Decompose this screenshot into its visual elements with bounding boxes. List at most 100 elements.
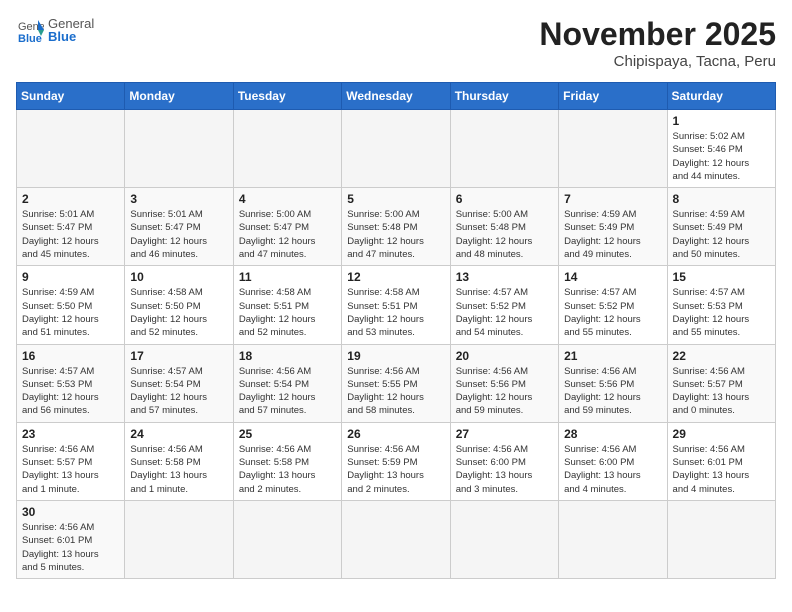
week-row-4: 16Sunrise: 4:57 AM Sunset: 5:53 PM Dayli… [17,344,776,422]
day-info: Sunrise: 4:56 AM Sunset: 5:57 PM Dayligh… [673,365,770,418]
day-info: Sunrise: 4:59 AM Sunset: 5:49 PM Dayligh… [673,208,770,261]
day-number: 24 [130,427,227,441]
day-info: Sunrise: 4:59 AM Sunset: 5:49 PM Dayligh… [564,208,661,261]
day-number: 10 [130,270,227,284]
day-cell-29: 29Sunrise: 4:56 AM Sunset: 6:01 PM Dayli… [667,422,775,500]
weekday-header-row: SundayMondayTuesdayWednesdayThursdayFrid… [17,83,776,110]
day-cell-18: 18 Sunrise: 4:56 AM Sunset: 5:54 PM Dayli… [233,344,341,422]
weekday-header-sunday: Sunday [17,83,125,110]
day-info: Sunrise: 4:57 AM Sunset: 5:53 PM Dayligh… [673,286,770,339]
day-cell-10: 10 Sunrise: 4:58 AM Sunset: 5:50 PM Dayli… [125,266,233,344]
day-number: 13 [456,270,553,284]
page-header: General Blue General Blue November 2025 … [16,16,776,70]
day-info: Sunrise: 4:56 AM Sunset: 5:57 PM Dayligh… [22,443,119,496]
day-cell-15: 15 Sunrise: 4:57 AM Sunset: 5:53 PM Dayli… [667,266,775,344]
day-number: 12 [347,270,444,284]
day-cell-25: 25 Sunrise: 4:56 AM Sunset: 5:58 PM Dayli… [233,422,341,500]
day-info: Sunrise: 5:02 AM Sunset: 5:46 PM Dayligh… [673,130,770,183]
empty-cell [125,500,233,578]
day-info: Sunrise: 5:00 AM Sunset: 5:48 PM Dayligh… [456,208,553,261]
day-info: Sunrise: 4:58 AM Sunset: 5:51 PM Dayligh… [347,286,444,339]
day-cell-5: 5 Sunrise: 5:00 AM Sunset: 5:48 PM Daylig… [342,188,450,266]
day-cell-28: 28Sunrise: 4:56 AM Sunset: 6:00 PM Dayli… [559,422,667,500]
day-number: 30 [22,505,119,519]
day-cell-22: 22 Sunrise: 4:56 AM Sunset: 5:57 PM Dayli… [667,344,775,422]
day-number: 7 [564,192,661,206]
day-number: 5 [347,192,444,206]
day-number: 21 [564,349,661,363]
month-title: November 2025 [539,16,776,53]
day-info: Sunrise: 4:56 AM Sunset: 5:58 PM Dayligh… [239,443,336,496]
day-info: Sunrise: 4:57 AM Sunset: 5:52 PM Dayligh… [564,286,661,339]
week-row-2: 2 Sunrise: 5:01 AM Sunset: 5:47 PM Daylig… [17,188,776,266]
day-number: 15 [673,270,770,284]
day-number: 6 [456,192,553,206]
empty-cell [125,110,233,188]
day-cell-23: 23 Sunrise: 4:56 AM Sunset: 5:57 PM Dayli… [17,422,125,500]
day-info: Sunrise: 4:56 AM Sunset: 5:54 PM Dayligh… [239,365,336,418]
day-number: 25 [239,427,336,441]
day-info: Sunrise: 5:00 AM Sunset: 5:47 PM Dayligh… [239,208,336,261]
week-row-1: 1 Sunrise: 5:02 AM Sunset: 5:46 PM Daylig… [17,110,776,188]
day-info: Sunrise: 4:56 AM Sunset: 6:01 PM Dayligh… [673,443,770,496]
empty-cell [17,110,125,188]
day-cell-30: 30 Sunrise: 4:56 AM Sunset: 6:01 PM Dayli… [17,500,125,578]
day-info: Sunrise: 4:56 AM Sunset: 6:00 PM Dayligh… [456,443,553,496]
logo: General Blue General Blue [16,16,94,44]
week-row-5: 23 Sunrise: 4:56 AM Sunset: 5:57 PM Dayli… [17,422,776,500]
day-number: 2 [22,192,119,206]
empty-cell [667,500,775,578]
weekday-header-monday: Monday [125,83,233,110]
empty-cell [450,500,558,578]
day-info: Sunrise: 4:58 AM Sunset: 5:50 PM Dayligh… [130,286,227,339]
day-number: 22 [673,349,770,363]
day-info: Sunrise: 4:56 AM Sunset: 5:55 PM Dayligh… [347,365,444,418]
day-info: Sunrise: 4:57 AM Sunset: 5:54 PM Dayligh… [130,365,227,418]
day-cell-16: 16Sunrise: 4:57 AM Sunset: 5:53 PM Dayli… [17,344,125,422]
day-info: Sunrise: 5:00 AM Sunset: 5:48 PM Dayligh… [347,208,444,261]
day-cell-13: 13Sunrise: 4:57 AM Sunset: 5:52 PM Dayli… [450,266,558,344]
day-cell-20: 20Sunrise: 4:56 AM Sunset: 5:56 PM Dayli… [450,344,558,422]
weekday-header-saturday: Saturday [667,83,775,110]
day-cell-6: 6 Sunrise: 5:00 AM Sunset: 5:48 PM Daylig… [450,188,558,266]
day-number: 3 [130,192,227,206]
day-cell-11: 11Sunrise: 4:58 AM Sunset: 5:51 PM Dayli… [233,266,341,344]
day-cell-9: 9Sunrise: 4:59 AM Sunset: 5:50 PM Daylig… [17,266,125,344]
day-cell-14: 14 Sunrise: 4:57 AM Sunset: 5:52 PM Dayli… [559,266,667,344]
day-info: Sunrise: 5:01 AM Sunset: 5:47 PM Dayligh… [22,208,119,261]
day-number: 14 [564,270,661,284]
weekday-header-friday: Friday [559,83,667,110]
day-info: Sunrise: 4:56 AM Sunset: 6:01 PM Dayligh… [22,521,119,574]
day-cell-19: 19Sunrise: 4:56 AM Sunset: 5:55 PM Dayli… [342,344,450,422]
day-number: 1 [673,114,770,128]
day-number: 23 [22,427,119,441]
empty-cell [559,500,667,578]
day-info: Sunrise: 4:56 AM Sunset: 6:00 PM Dayligh… [564,443,661,496]
day-number: 9 [22,270,119,284]
empty-cell [450,110,558,188]
day-number: 4 [239,192,336,206]
day-cell-1: 1 Sunrise: 5:02 AM Sunset: 5:46 PM Daylig… [667,110,775,188]
day-info: Sunrise: 5:01 AM Sunset: 5:47 PM Dayligh… [130,208,227,261]
day-info: Sunrise: 4:56 AM Sunset: 5:59 PM Dayligh… [347,443,444,496]
day-info: Sunrise: 4:56 AM Sunset: 5:56 PM Dayligh… [456,365,553,418]
empty-cell [233,500,341,578]
empty-cell [342,110,450,188]
day-number: 27 [456,427,553,441]
day-cell-7: 7 Sunrise: 4:59 AM Sunset: 5:49 PM Daylig… [559,188,667,266]
calendar: SundayMondayTuesdayWednesdayThursdayFrid… [16,82,776,579]
day-cell-12: 12 Sunrise: 4:58 AM Sunset: 5:51 PM Dayli… [342,266,450,344]
day-cell-8: 8Sunrise: 4:59 AM Sunset: 5:49 PM Daylig… [667,188,775,266]
weekday-header-tuesday: Tuesday [233,83,341,110]
day-info: Sunrise: 4:56 AM Sunset: 5:56 PM Dayligh… [564,365,661,418]
day-info: Sunrise: 4:58 AM Sunset: 5:51 PM Dayligh… [239,286,336,339]
empty-cell [342,500,450,578]
day-number: 26 [347,427,444,441]
empty-cell [233,110,341,188]
week-row-3: 9Sunrise: 4:59 AM Sunset: 5:50 PM Daylig… [17,266,776,344]
day-cell-17: 17Sunrise: 4:57 AM Sunset: 5:54 PM Dayli… [125,344,233,422]
logo-text: General Blue [48,16,94,44]
day-number: 18 [239,349,336,363]
day-info: Sunrise: 4:57 AM Sunset: 5:53 PM Dayligh… [22,365,119,418]
week-row-6: 30 Sunrise: 4:56 AM Sunset: 6:01 PM Dayli… [17,500,776,578]
